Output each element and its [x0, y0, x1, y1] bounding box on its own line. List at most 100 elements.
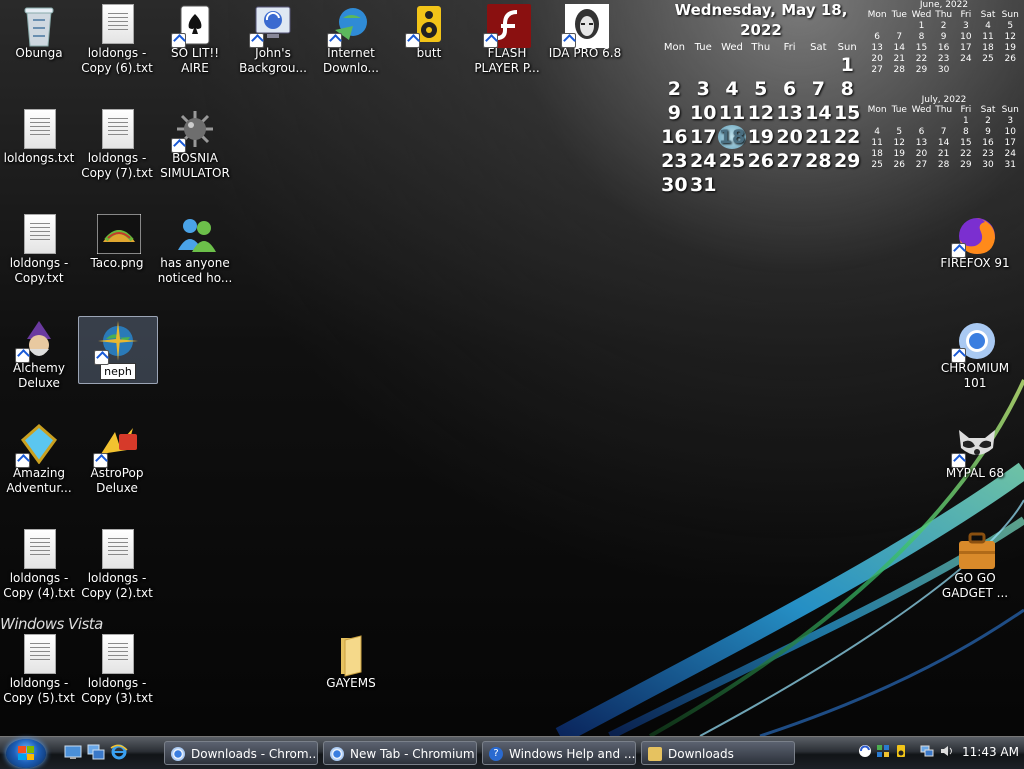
calendar-day[interactable]: 6	[775, 77, 804, 101]
calendar-day[interactable]: 5	[746, 77, 775, 101]
calendar-day[interactable]: 14	[888, 43, 910, 54]
calendar-day[interactable]: 20	[866, 54, 888, 65]
calendar-day[interactable]: 26	[888, 160, 910, 171]
calendar-day[interactable]: 5	[888, 127, 910, 138]
taskbar-button-downloads-chromium[interactable]: Downloads - Chrom...	[164, 741, 318, 765]
calendar-day[interactable]: 16	[933, 43, 955, 54]
calendar-day[interactable]: 27	[775, 149, 804, 173]
calendar-day[interactable]: 5	[999, 21, 1021, 32]
desktop-icon-firefox[interactable]: FIREFOX 91	[936, 210, 1014, 271]
calendar-day[interactable]: 16	[660, 125, 689, 149]
calendar-day[interactable]: 1	[910, 21, 932, 32]
calendar-day[interactable]: 6	[866, 32, 888, 43]
taskbar-button-downloads-folder[interactable]: Downloads	[641, 741, 795, 765]
calendar-day[interactable]: 1	[833, 53, 862, 77]
calendar-day[interactable]: 17	[955, 43, 977, 54]
speaker-tray-icon[interactable]	[894, 744, 908, 758]
taskbar-clock[interactable]: 11:43 AM	[962, 745, 1019, 759]
calendar-day[interactable]: 3	[955, 21, 977, 32]
calendar-day[interactable]: 10	[955, 32, 977, 43]
calendar-day[interactable]: 15	[955, 138, 977, 149]
calendar-day[interactable]: 9	[660, 101, 689, 125]
calendar-gadget-july[interactable]: July, 2022 Mon Tue Wed Thu Fri Sat Sun 1234567…	[866, 95, 1022, 171]
calendar-day[interactable]: 29	[955, 160, 977, 171]
calendar-day-today[interactable]: 18	[717, 125, 747, 149]
show-desktop-icon[interactable]	[64, 744, 82, 760]
desktop-icon-neph-renaming[interactable]: neph	[78, 316, 158, 384]
calendar-day[interactable]: 24	[955, 54, 977, 65]
calendar-day[interactable]: 11	[866, 138, 888, 149]
calendar-day[interactable]: 18	[866, 149, 888, 160]
calendar-day[interactable]: 30	[977, 160, 999, 171]
calendar-day[interactable]: 31	[999, 160, 1021, 171]
calendar-day[interactable]: 22	[955, 149, 977, 160]
desktop-icon-loldongs-copy-6[interactable]: loldongs - Copy (6).txt	[78, 0, 156, 76]
desktop-icon-recycle-bin[interactable]: Obunga	[0, 0, 78, 61]
calendar-day[interactable]: 2	[660, 77, 689, 101]
desktop-icon-chromium[interactable]: CHROMIUM 101	[936, 315, 1014, 391]
calendar-day[interactable]: 13	[775, 101, 804, 125]
desktop-icon-ida-pro[interactable]: IDA PRO 6.8	[546, 0, 624, 61]
calendar-day[interactable]: 19	[746, 125, 775, 149]
calendar-day[interactable]: 12	[746, 101, 775, 125]
calendar-day[interactable]: 30	[660, 173, 689, 197]
calendar-day[interactable]: 10	[689, 101, 718, 125]
calendar-day[interactable]: 14	[933, 138, 955, 149]
calendar-day[interactable]: 11	[718, 101, 747, 125]
calendar-day[interactable]: 7	[888, 32, 910, 43]
calendar-day[interactable]: 22	[833, 125, 862, 149]
desktop-icon-amazing-adventures[interactable]: Amazing Adventur...	[0, 420, 78, 496]
internet-explorer-icon[interactable]	[110, 744, 128, 760]
calendar-day[interactable]: 14	[804, 101, 833, 125]
calendar-gadget-june[interactable]: June, 2022 Mon Tue Wed Thu Fri Sat Sun 1234567…	[866, 0, 1022, 76]
calendar-day[interactable]: 25	[718, 149, 747, 173]
calendar-day[interactable]: 21	[888, 54, 910, 65]
calendar-day[interactable]: 29	[910, 65, 932, 76]
desktop[interactable]: Obunga loldongs.txt loldongs - Copy.txt …	[0, 0, 1024, 736]
desktop-icon-loldongs-copy-4[interactable]: loldongs - Copy (4).txt	[0, 525, 78, 601]
calendar-day[interactable]: 23	[977, 149, 999, 160]
calendar-day[interactable]: 11	[977, 32, 999, 43]
calendar-day[interactable]: 28	[888, 65, 910, 76]
calendar-day[interactable]: 8	[910, 32, 932, 43]
desktop-icon-johns-background[interactable]: John's Backgrou...	[234, 0, 312, 76]
desktop-icon-bosnia-simulator[interactable]: BOSNIA SIMULATOR	[156, 105, 234, 181]
desktop-icon-go-go-gadget[interactable]: GO GO GADGET ...	[936, 525, 1014, 601]
calendar-gadget-main[interactable]: Wednesday, May 18, 2022 Mon Tue Wed Thu Fri S…	[660, 0, 862, 197]
calendar-day[interactable]: 25	[977, 54, 999, 65]
desktop-icon-loldongs-copy-3[interactable]: loldongs - Copy (3).txt	[78, 630, 156, 706]
desktop-icon-solitaire[interactable]: SO LIT!! AIRE	[156, 0, 234, 76]
calendar-day[interactable]: 24	[689, 149, 718, 173]
volume-icon[interactable]	[940, 744, 954, 758]
calendar-day[interactable]: 6	[910, 127, 932, 138]
calendar-day[interactable]: 13	[866, 43, 888, 54]
calendar-day[interactable]: 4	[977, 21, 999, 32]
desktop-icon-internet-download-manager[interactable]: Internet Downlo...	[312, 0, 390, 76]
calendar-day[interactable]: 22	[910, 54, 932, 65]
calendar-day[interactable]: 2	[933, 21, 955, 32]
calendar-day[interactable]: 18	[977, 43, 999, 54]
calendar-day[interactable]: 21	[933, 149, 955, 160]
sync-icon[interactable]	[858, 744, 872, 758]
calendar-day[interactable]: 30	[933, 65, 955, 76]
calendar-day[interactable]: 25	[866, 160, 888, 171]
calendar-day[interactable]: 26	[746, 149, 775, 173]
desktop-icon-loldongs-copy-2[interactable]: loldongs - Copy (2).txt	[78, 525, 156, 601]
calendar-day[interactable]: 27	[910, 160, 932, 171]
network-map-icon[interactable]	[876, 744, 890, 758]
calendar-day[interactable]: 27	[866, 65, 888, 76]
taskbar-button-windows-help[interactable]: ? Windows Help and ...	[482, 741, 636, 765]
desktop-icon-alchemy-deluxe[interactable]: Alchemy Deluxe	[0, 315, 78, 391]
calendar-day[interactable]: 3	[689, 77, 718, 101]
calendar-day[interactable]: 23	[933, 54, 955, 65]
desktop-icon-loldongs-copy-7[interactable]: loldongs - Copy (7).txt	[78, 105, 156, 181]
desktop-icon-loldongs-txt[interactable]: loldongs.txt	[0, 105, 78, 166]
calendar-day[interactable]: 15	[910, 43, 932, 54]
calendar-day[interactable]: 9	[933, 32, 955, 43]
calendar-day[interactable]: 24	[999, 149, 1021, 160]
calendar-day[interactable]: 2	[977, 116, 999, 127]
calendar-day[interactable]: 8	[955, 127, 977, 138]
calendar-day[interactable]: 10	[999, 127, 1021, 138]
calendar-day[interactable]: 13	[910, 138, 932, 149]
calendar-day[interactable]: 1	[955, 116, 977, 127]
